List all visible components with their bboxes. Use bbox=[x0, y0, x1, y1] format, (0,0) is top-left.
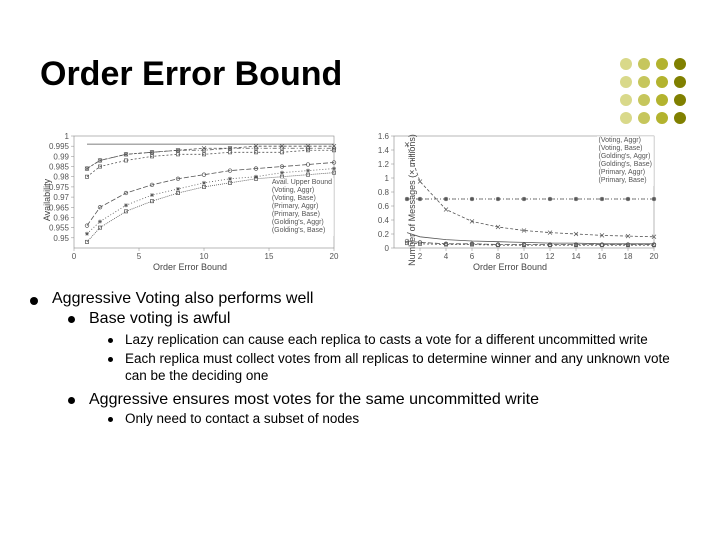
bullet-1: Aggressive Voting also performs well bbox=[30, 290, 690, 308]
bullet-1-2-text: Aggressive ensures most votes for the sa… bbox=[89, 391, 539, 409]
bullet-1-1-text: Base voting is awful bbox=[89, 310, 230, 328]
svg-text:8: 8 bbox=[496, 252, 501, 261]
chart-availability: Availability 051015200.950.9550.960.9650… bbox=[40, 130, 340, 270]
page-title: Order Error Bound bbox=[40, 55, 342, 94]
svg-text:1: 1 bbox=[65, 132, 70, 141]
bullet-1-1-b: Each replica must collect votes from all… bbox=[108, 351, 690, 385]
svg-text:0.95: 0.95 bbox=[53, 234, 69, 243]
svg-text:15: 15 bbox=[265, 252, 274, 261]
svg-text:1.6: 1.6 bbox=[378, 132, 390, 141]
bullet-1-2: Aggressive ensures most votes for the sa… bbox=[68, 391, 690, 409]
svg-text:2: 2 bbox=[418, 252, 423, 261]
svg-text:10: 10 bbox=[200, 252, 209, 261]
bullet-1-1: Base voting is awful bbox=[68, 310, 690, 328]
svg-text:1.2: 1.2 bbox=[378, 160, 390, 169]
bullet-dot-icon bbox=[108, 357, 113, 362]
svg-text:0.99: 0.99 bbox=[53, 152, 69, 161]
svg-text:0.6: 0.6 bbox=[378, 202, 390, 211]
svg-text:0.2: 0.2 bbox=[378, 230, 390, 239]
svg-text:12: 12 bbox=[546, 252, 555, 261]
bullet-1-2-a: Only need to contact a subset of nodes bbox=[108, 411, 690, 426]
chart-messages: Number of Messages (× millions) 24681012… bbox=[360, 130, 660, 270]
chart2-xlabel: Order Error Bound bbox=[473, 262, 547, 272]
svg-text:0.995: 0.995 bbox=[49, 142, 70, 151]
chart1-xlabel: Order Error Bound bbox=[153, 262, 227, 272]
bullet-1-2-a-text: Only need to contact a subset of nodes bbox=[125, 411, 359, 426]
svg-text:0.4: 0.4 bbox=[378, 216, 390, 225]
svg-text:1: 1 bbox=[385, 174, 390, 183]
svg-text:0.98: 0.98 bbox=[53, 173, 69, 182]
svg-text:20: 20 bbox=[650, 252, 659, 261]
bullet-dot-icon bbox=[108, 338, 113, 343]
bullet-1-1-b-text: Each replica must collect votes from all… bbox=[125, 351, 690, 385]
bullet-1-1-a: Lazy replication can cause each replica … bbox=[108, 332, 690, 349]
svg-text:16: 16 bbox=[598, 252, 607, 261]
svg-text:0.955: 0.955 bbox=[49, 224, 70, 233]
bullet-1-1-a-text: Lazy replication can cause each replica … bbox=[125, 332, 648, 349]
bullet-dot-icon bbox=[68, 397, 75, 404]
bullet-dot-icon bbox=[30, 297, 38, 305]
chart2-legend: (Voting, Aggr)(Voting, Base)(Golding's, … bbox=[597, 136, 654, 186]
svg-text:0.96: 0.96 bbox=[53, 213, 69, 222]
svg-text:4: 4 bbox=[444, 252, 449, 261]
bullet-1-text: Aggressive Voting also performs well bbox=[52, 290, 313, 308]
chart2-ylabel: Number of Messages (× millions) bbox=[407, 134, 417, 266]
svg-text:18: 18 bbox=[624, 252, 633, 261]
svg-text:1.4: 1.4 bbox=[378, 146, 390, 155]
bullet-dot-icon bbox=[68, 316, 75, 323]
svg-text:14: 14 bbox=[572, 252, 581, 261]
svg-text:0.97: 0.97 bbox=[53, 193, 69, 202]
svg-text:6: 6 bbox=[470, 252, 475, 261]
decorative-dot-grid bbox=[620, 58, 688, 126]
chart1-legend: Avail. Upper Bound(Voting, Aggr)(Voting,… bbox=[270, 178, 334, 236]
bullet-dot-icon bbox=[108, 417, 113, 422]
svg-text:5: 5 bbox=[137, 252, 142, 261]
chart1-ylabel: Availability bbox=[42, 179, 52, 221]
svg-text:10: 10 bbox=[520, 252, 529, 261]
svg-text:0.8: 0.8 bbox=[378, 188, 390, 197]
svg-text:0.985: 0.985 bbox=[49, 163, 70, 172]
bullet-list: Aggressive Voting also performs well Bas… bbox=[30, 290, 690, 426]
svg-text:0: 0 bbox=[72, 252, 77, 261]
charts-row: Availability 051015200.950.9550.960.9650… bbox=[40, 130, 680, 270]
svg-text:20: 20 bbox=[330, 252, 339, 261]
svg-text:0: 0 bbox=[385, 244, 390, 253]
